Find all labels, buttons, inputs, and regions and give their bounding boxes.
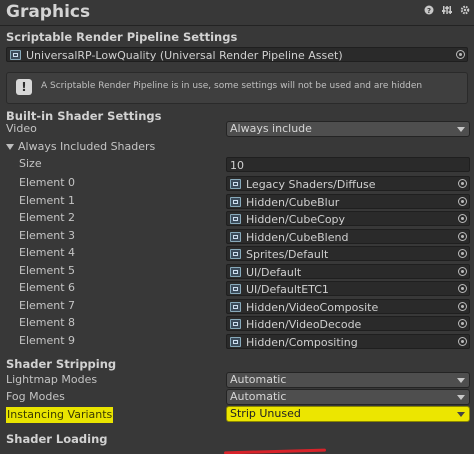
object-picker-icon[interactable] <box>458 336 467 346</box>
video-dropdown[interactable]: Always include <box>226 121 470 137</box>
shader-object-field[interactable]: Hidden/CubeBlur <box>226 193 470 209</box>
shader-icon <box>230 179 241 189</box>
srp-info-text: A Scriptable Render Pipeline is in use, … <box>41 81 423 91</box>
loading-section-title: Shader Loading <box>6 432 108 446</box>
element-label: Element 9 <box>19 333 76 347</box>
element-label: Element 4 <box>19 246 76 259</box>
video-label: Video <box>6 122 37 135</box>
shader-object-field[interactable]: Legacy Shaders/Diffuse <box>226 176 470 191</box>
shader-object-value: UI/DefaultETC1 <box>246 283 329 296</box>
lightmap-modes-value: Automatic <box>230 373 287 386</box>
shader-object-value: Hidden/VideoDecode <box>246 318 362 331</box>
lightmap-modes-label: Lightmap Modes <box>6 373 98 386</box>
lightmap-modes-dropdown[interactable]: Automatic <box>226 372 470 388</box>
shader-icon <box>230 336 241 347</box>
fog-modes-label: Fog Modes <box>6 390 65 403</box>
size-label: Size <box>19 157 42 170</box>
gear-icon[interactable] <box>460 5 470 17</box>
header-icons: ? <box>424 5 470 17</box>
element-label: Element 8 <box>19 316 76 329</box>
srp-asset-value: UniversalRP-LowQuality (Universal Render… <box>26 49 343 62</box>
element-label: Element 6 <box>19 281 76 294</box>
element-label: Element 0 <box>19 176 76 189</box>
instancing-variants-label: Instancing Variants <box>6 407 114 423</box>
annotation-underline <box>223 448 327 454</box>
shader-object-field[interactable]: UI/DefaultETC1 <box>226 281 470 296</box>
shader-object-value: UI/Default <box>246 265 302 279</box>
object-picker-icon[interactable] <box>456 50 465 59</box>
srp-info-box: ! A Scriptable Render Pipeline is in use… <box>6 72 468 104</box>
element-label: Element 2 <box>19 211 76 224</box>
shader-icon <box>230 249 241 259</box>
shader-object-value: Hidden/CubeCopy <box>246 213 346 226</box>
shader-icon <box>230 301 241 312</box>
stripping-section-title: Shader Stripping <box>6 357 117 371</box>
element-label: Element 3 <box>19 228 76 242</box>
shader-object-value: Sprites/Default <box>246 248 329 261</box>
object-picker-icon[interactable] <box>458 284 467 293</box>
instancing-variants-value: Strip Unused <box>230 407 301 420</box>
shader-icon <box>230 214 241 224</box>
always-included-label: Always Included Shaders <box>18 140 156 153</box>
always-included-foldout[interactable]: Always Included Shaders <box>6 139 155 155</box>
shader-object-field[interactable]: UI/Default <box>226 263 470 279</box>
shader-object-field[interactable]: Hidden/CubeBlend <box>226 228 470 244</box>
video-dropdown-value: Always include <box>230 122 312 135</box>
fog-modes-dropdown[interactable]: Automatic <box>226 389 470 405</box>
shader-icon <box>230 266 241 277</box>
shader-object-value: Hidden/CubeBlur <box>246 195 340 209</box>
shader-object-field[interactable]: Sprites/Default <box>226 246 470 261</box>
chevron-down-icon <box>457 412 465 417</box>
shader-object-value: Hidden/VideoComposite <box>246 300 379 314</box>
shader-object-value: Hidden/Compositing <box>246 335 358 349</box>
object-picker-icon[interactable] <box>458 231 467 241</box>
object-picker-icon[interactable] <box>458 249 467 258</box>
shader-icon <box>230 231 241 242</box>
shader-object-field[interactable]: Hidden/CubeCopy <box>226 211 470 226</box>
help-icon[interactable]: ? <box>424 5 434 17</box>
shader-object-value: Hidden/CubeBlend <box>246 230 349 244</box>
shader-icon <box>230 196 241 207</box>
shader-object-field[interactable]: Hidden/VideoComposite <box>226 298 470 314</box>
shader-object-field[interactable]: Hidden/VideoDecode <box>226 316 470 331</box>
render-pipeline-asset-icon <box>10 50 21 60</box>
shader-icon <box>230 319 241 329</box>
object-picker-icon[interactable] <box>458 179 467 188</box>
window-title: Graphics <box>6 2 91 22</box>
info-icon: ! <box>16 79 32 95</box>
object-picker-icon[interactable] <box>458 319 467 328</box>
element-label: Element 5 <box>19 263 76 277</box>
srp-asset-field[interactable]: UniversalRP-LowQuality (Universal Render… <box>6 47 468 62</box>
chevron-down-icon <box>457 127 465 132</box>
chevron-down-icon <box>457 378 465 383</box>
element-label: Element 1 <box>19 193 76 207</box>
object-picker-icon[interactable] <box>458 266 467 276</box>
header-separator <box>0 25 474 26</box>
object-picker-icon[interactable] <box>458 301 467 311</box>
size-field[interactable]: 10 <box>226 157 470 172</box>
instancing-variants-dropdown[interactable]: Strip Unused <box>226 406 470 422</box>
shader-icon <box>230 284 241 294</box>
srp-section-title: Scriptable Render Pipeline Settings <box>6 30 238 44</box>
element-label: Element 7 <box>19 298 76 312</box>
settings-sliders-icon[interactable] <box>442 5 452 17</box>
object-picker-icon[interactable] <box>458 196 467 206</box>
fog-modes-value: Automatic <box>230 390 287 403</box>
shader-object-field[interactable]: Hidden/Compositing <box>226 333 470 349</box>
svg-text:?: ? <box>427 7 431 15</box>
chevron-down-icon <box>457 395 465 400</box>
shader-object-value: Legacy Shaders/Diffuse <box>246 178 376 191</box>
object-picker-icon[interactable] <box>458 214 467 223</box>
foldout-expanded-icon <box>6 144 14 150</box>
